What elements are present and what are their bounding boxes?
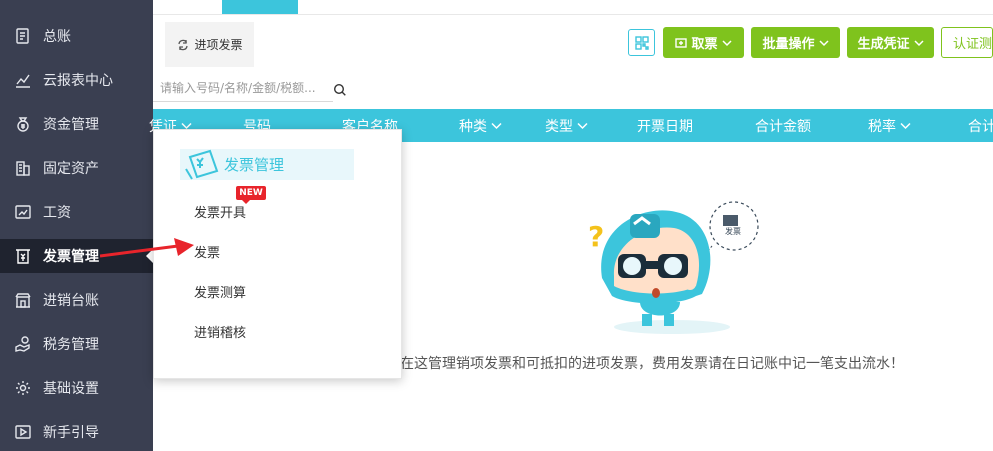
bubble-label: 发票 <box>725 226 741 236</box>
generate-voucher-label: 生成凭证 <box>857 37 910 52</box>
column-header-label: 种类 <box>459 118 487 135</box>
salary-icon <box>13 202 33 222</box>
money-bag-icon <box>13 114 33 134</box>
sidebar-item-label: 税务管理 <box>43 337 99 353</box>
sidebar-item-label: 新手引导 <box>43 425 99 441</box>
download-icon <box>675 37 688 48</box>
column-header-total[interactable]: 合计 <box>968 109 993 142</box>
search-icon[interactable] <box>333 83 347 97</box>
batch-operations-label: 批量操作 <box>762 37 815 52</box>
menu-title: 发票管理 <box>180 149 354 180</box>
invoice-ticket-icon <box>185 149 219 180</box>
store-icon <box>13 290 33 310</box>
sidebar-item-general-ledger[interactable]: 总账 <box>0 19 153 53</box>
hand-coin-icon <box>13 334 33 354</box>
column-header-type[interactable]: 类型 <box>545 109 588 142</box>
sidebar-item-label: 基础设置 <box>43 381 99 397</box>
annotation-arrow-icon <box>100 238 194 258</box>
tab-label: 进项发票 <box>194 38 243 52</box>
qr-code-button[interactable] <box>628 29 655 56</box>
refresh-icon <box>178 39 189 50</box>
chevron-down-icon <box>900 122 911 129</box>
column-header-category[interactable]: 种类 <box>459 109 502 142</box>
sidebar-item-cloud-reports[interactable]: 云报表中心 <box>0 63 153 97</box>
column-header-label: 税率 <box>868 118 896 135</box>
sidebar-item-tax-management[interactable]: 税务管理 <box>0 327 153 361</box>
fetch-invoice-label: 取票 <box>691 37 718 52</box>
menu-item-invoice-issue[interactable]: 发票开具 <box>194 202 246 221</box>
chart-icon <box>13 70 33 90</box>
sidebar-item-basic-settings[interactable]: 基础设置 <box>0 371 153 405</box>
chevron-down-icon <box>818 39 829 46</box>
fetch-invoice-button[interactable]: 取票 <box>663 27 744 58</box>
chevron-down-icon <box>491 122 502 129</box>
menu-item-purchase-sales-audit[interactable]: 进销稽核 <box>194 322 246 341</box>
column-header-label: 合计 <box>968 118 993 135</box>
sidebar-item-beginner-guide[interactable]: 新手引导 <box>0 415 153 449</box>
chevron-down-icon <box>913 39 924 46</box>
empty-state-mascot-illustration: ? 发票 <box>588 201 759 334</box>
qr-code-icon <box>634 35 649 50</box>
chevron-down-icon <box>721 39 732 46</box>
sidebar-item-label: 资金管理 <box>43 117 99 133</box>
invoice-icon <box>13 246 33 266</box>
new-badge: NEW <box>236 186 266 204</box>
empty-state-message: 在这管理销项发票和可抵扣的进项发票，费用发票请在日记账中记一笔支出流水！ <box>400 356 904 372</box>
chevron-down-icon <box>577 122 588 129</box>
sidebar-item-salary[interactable]: 工资 <box>0 195 153 229</box>
menu-item-invoice-calculation[interactable]: 发票测算 <box>194 282 246 301</box>
column-header-label: 开票日期 <box>637 118 693 135</box>
gear-icon <box>13 378 33 398</box>
ledger-icon <box>13 26 33 46</box>
top-bar-active-tab[interactable] <box>222 0 298 14</box>
svg-text:?: ? <box>588 220 604 253</box>
generate-voucher-button[interactable]: 生成凭证 <box>847 27 934 58</box>
search-box <box>153 76 333 102</box>
tab-input-invoice[interactable]: 进项发票 <box>165 22 254 67</box>
video-icon <box>13 422 33 442</box>
column-header-tax-rate[interactable]: 税率 <box>868 109 911 142</box>
sidebar-item-funds[interactable]: 资金管理 <box>0 107 153 141</box>
column-header-label: 类型 <box>545 118 573 135</box>
batch-operations-button[interactable]: 批量操作 <box>751 27 840 58</box>
sidebar: 总账 云报表中心 资金管理 固定资产 工资 发票管理 进销台账 税务管理 基础设… <box>0 0 153 451</box>
app-root: 总账 云报表中心 资金管理 固定资产 工资 发票管理 进销台账 税务管理 基础设… <box>0 0 993 451</box>
sidebar-item-label: 云报表中心 <box>43 73 113 89</box>
column-header-issue-date[interactable]: 开票日期 <box>637 109 693 142</box>
column-header-label: 合计金额 <box>755 118 811 135</box>
certification-calc-label: 认证测算 <box>953 37 993 52</box>
sidebar-item-label: 发票管理 <box>43 249 99 265</box>
search-input[interactable] <box>153 76 325 100</box>
sidebar-item-label: 进销台账 <box>43 293 99 309</box>
sidebar-item-label: 总账 <box>43 29 71 45</box>
column-header-total-amount[interactable]: 合计金额 <box>755 109 811 142</box>
sidebar-item-inventory-ledger[interactable]: 进销台账 <box>0 283 153 317</box>
building-icon <box>13 158 33 178</box>
menu-title-label: 发票管理 <box>224 156 285 174</box>
sidebar-item-fixed-assets[interactable]: 固定资产 <box>0 151 153 185</box>
certification-calc-button[interactable]: 认证测算 <box>941 27 993 58</box>
sidebar-item-label: 固定资产 <box>43 161 99 177</box>
sidebar-item-label: 工资 <box>43 205 71 221</box>
